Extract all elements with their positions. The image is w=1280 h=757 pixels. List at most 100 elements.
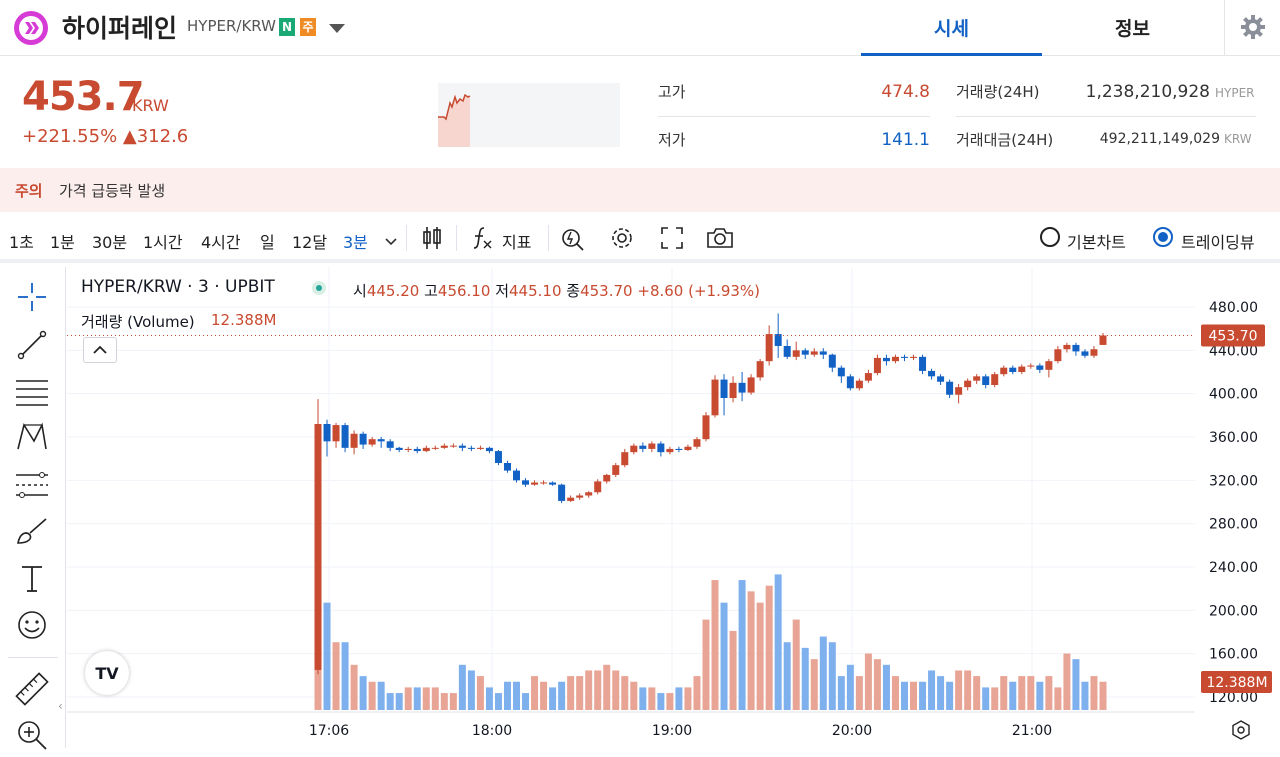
candle-body — [503, 463, 511, 471]
candle-body — [395, 447, 403, 450]
candle-body — [1036, 365, 1044, 370]
candle-body — [919, 356, 927, 371]
candle-body — [783, 346, 791, 357]
timeframe-1m[interactable]: 1분 — [50, 229, 75, 253]
candle-body — [891, 356, 899, 362]
volume-bar — [765, 585, 773, 710]
chevron-down-icon[interactable] — [329, 24, 345, 33]
y-tick-label: 360.00 — [1209, 430, 1258, 446]
chart-canvas[interactable]: 480.00440.00400.00360.00320.00280.00240.… — [67, 267, 1280, 748]
timeframe-12m[interactable]: 12달 — [292, 229, 327, 253]
timeframe-day[interactable]: 일 — [260, 229, 275, 253]
candle-body — [882, 357, 890, 362]
crosshair-icon[interactable] — [14, 279, 50, 315]
high-label: 고가 — [658, 83, 686, 101]
pattern-icon[interactable] — [14, 419, 50, 455]
candle-body — [323, 424, 331, 442]
warning-banner: 주의 가격 급등락 발생 — [0, 168, 1280, 212]
gear-icon[interactable] — [1240, 14, 1266, 44]
volume-bar — [910, 681, 918, 710]
volume-bar — [882, 664, 890, 710]
collapse-toolbar-icon[interactable]: ‹ — [58, 699, 63, 713]
candle-body — [801, 350, 809, 355]
compare-icon[interactable] — [560, 225, 586, 255]
volume-bar — [855, 676, 863, 710]
volume-bar — [702, 619, 710, 710]
candle-body — [485, 447, 493, 452]
volume-legend-label: 거래량 (Volume) — [81, 313, 195, 331]
projection-icon[interactable] — [14, 467, 50, 503]
volume-bar — [837, 676, 845, 710]
pair-label: HYPER/KRW — [187, 17, 276, 35]
trendline-icon[interactable] — [14, 327, 50, 363]
volume-bar — [1081, 681, 1089, 710]
collapse-legend-button[interactable] — [83, 337, 117, 363]
fullscreen-icon[interactable] — [660, 226, 684, 254]
volume-bar — [819, 636, 827, 710]
brush-icon[interactable] — [14, 513, 50, 549]
price-chart[interactable]: 480.00 440.00 400.00 360.00 320.00 280.00 240.… — [67, 267, 1280, 748]
candle-body — [711, 379, 719, 416]
volume-legend-value: 12.388M — [211, 311, 277, 329]
coin-name[interactable]: 하이퍼레인 — [62, 9, 177, 45]
basic-chart-label[interactable]: 기본차트 — [1067, 229, 1126, 253]
timeframe-1h[interactable]: 1시간 — [143, 229, 183, 253]
timeframe-4h[interactable]: 4시간 — [201, 229, 241, 253]
volume-bar — [648, 687, 656, 710]
candle-body — [702, 415, 710, 440]
basic-chart-radio[interactable] — [1040, 227, 1060, 247]
timeframe-1s[interactable]: 1초 — [9, 229, 34, 253]
candle-body — [359, 433, 367, 445]
tab-price[interactable]: 시세 — [861, 14, 1042, 41]
candle-body — [576, 495, 584, 498]
tradingview-logo[interactable]: TV — [85, 651, 129, 695]
emoji-icon[interactable] — [14, 607, 50, 643]
tradingview-label[interactable]: 트레이딩뷰 — [1181, 229, 1255, 253]
tab-info[interactable]: 정보 — [1042, 14, 1223, 41]
volume-bar — [323, 602, 331, 710]
volume-bar — [684, 687, 692, 710]
volume-bar — [900, 681, 908, 710]
volume-bar — [503, 681, 511, 710]
candle-body — [720, 379, 728, 398]
candle-body — [982, 376, 990, 385]
fib-lines-icon[interactable] — [14, 373, 50, 409]
text-icon[interactable] — [14, 561, 50, 597]
active-tab-indicator — [861, 53, 1042, 56]
candle-body — [928, 370, 936, 377]
timeframe-3m-selected[interactable]: 3분 — [343, 229, 368, 253]
volume-bar — [937, 676, 945, 710]
tradingview-radio[interactable] — [1153, 227, 1173, 247]
volume-bar — [891, 676, 899, 710]
indicator-button[interactable]: 지표 — [502, 229, 531, 253]
candle-type-icon[interactable] — [420, 225, 444, 255]
candle-body — [846, 376, 854, 389]
volume-bar — [1027, 676, 1035, 710]
candle-body — [666, 448, 674, 453]
volume-bar — [476, 676, 484, 710]
camera-icon[interactable] — [706, 226, 734, 254]
timeframe-30m[interactable]: 30분 — [92, 229, 127, 253]
y-tick-label: 160.00 — [1209, 647, 1258, 663]
ruler-icon[interactable] — [14, 671, 50, 707]
auto-scale-gear-icon[interactable] — [1230, 719, 1252, 745]
gear-icon[interactable] — [609, 225, 635, 255]
volume-bar — [1099, 681, 1107, 710]
candle-body — [964, 380, 972, 388]
header: 하이퍼레인 HYPER/KRW N 주 시세 정보 — [0, 0, 1280, 56]
candle-body — [837, 367, 845, 377]
function-icon[interactable] — [470, 225, 494, 255]
divider — [1224, 0, 1225, 56]
candle-body — [1072, 344, 1080, 352]
x-tick-label: 17:06 — [309, 723, 349, 739]
x-tick-label: 18:00 — [472, 723, 512, 739]
volume-bar — [1090, 676, 1098, 710]
y-tick-label: 320.00 — [1209, 473, 1258, 489]
chevron-down-icon[interactable] — [384, 232, 398, 251]
drawing-toolbar: ‹ — [0, 267, 66, 750]
divider — [456, 225, 457, 251]
caution-badge: 주 — [300, 18, 316, 36]
volume-bar — [747, 591, 755, 710]
volume-bar — [630, 681, 638, 710]
volume-bar — [991, 687, 999, 710]
